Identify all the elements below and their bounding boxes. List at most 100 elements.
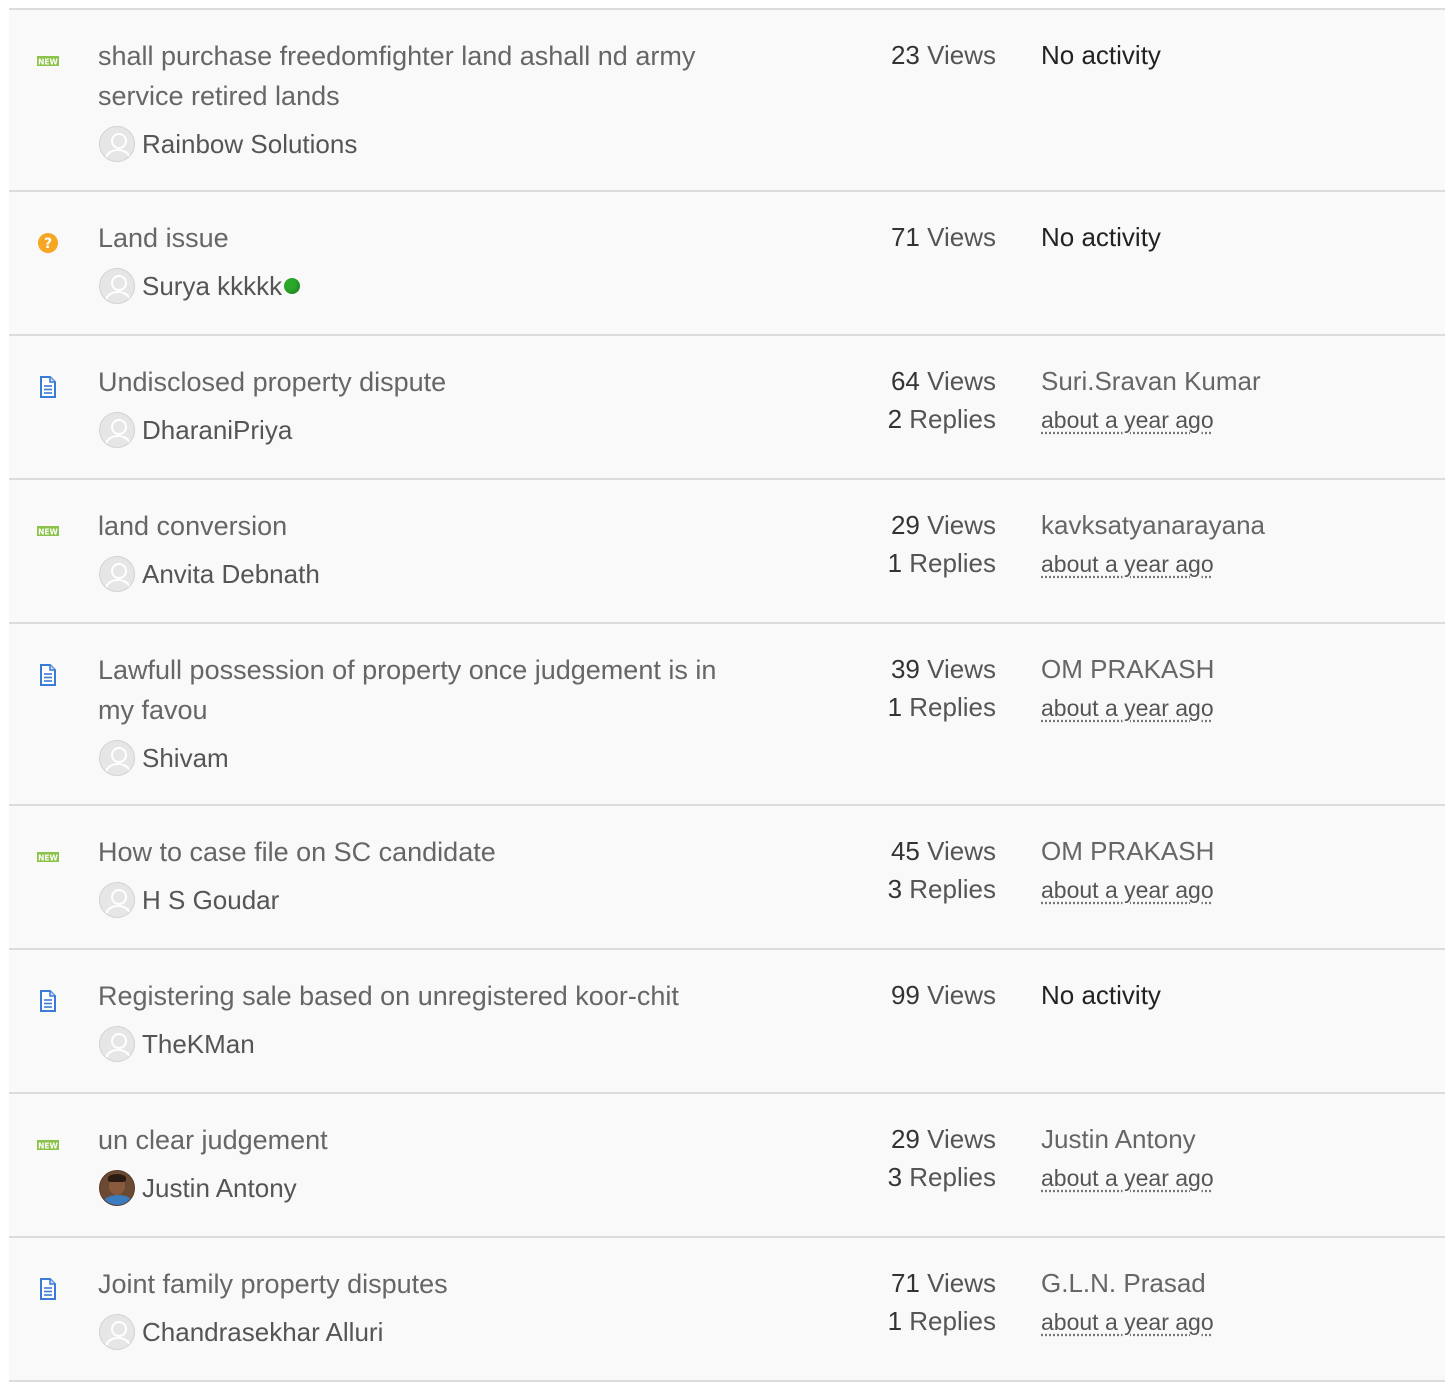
topic-title-link[interactable]: Land issue [98,218,748,258]
svg-text:NEW: NEW [38,527,58,536]
views-number: 71 [890,1268,920,1298]
avatar[interactable] [99,1026,135,1062]
topic-author[interactable]: DharaniPriya [99,411,292,449]
topic-title-link[interactable]: land conversion [98,506,748,546]
author-name[interactable]: TheKMan [142,1029,255,1060]
views-count: 45 Views [789,832,996,870]
topic-title-link[interactable]: shall purchase freedomfighter land ashal… [98,36,748,116]
views-count: 99 Views [789,976,996,1014]
topic-title-link[interactable]: How to case file on SC candidate [98,832,748,872]
topic-title-link[interactable]: Registering sale based on unregistered k… [98,976,748,1016]
topic-stats: 64 Views 2 Replies [789,362,996,438]
author-name[interactable]: Justin Antony [142,1173,297,1204]
last-activity: kavksatyanarayana about a year ago [1041,506,1421,583]
views-label: Views [927,1268,996,1298]
views-label: Views [927,1124,996,1154]
topic-author[interactable]: Anvita Debnath [99,555,320,593]
last-reply-time: about a year ago [1041,1165,1214,1191]
replies-label: Replies [909,1162,996,1192]
last-activity: No activity [1041,218,1421,256]
author-name[interactable]: Shivam [142,743,229,774]
topic-row[interactable]: NEW un clear judgement Justin Antony 29 Vie… [9,1094,1445,1238]
replies-number: 1 [887,1306,903,1336]
topic-author[interactable]: Shivam [99,739,229,777]
document-icon [37,990,59,1012]
avatar[interactable] [99,1314,135,1350]
views-count: 29 Views [789,506,996,544]
no-activity-text: No activity [1041,40,1161,70]
topic-title-link[interactable]: Lawfull possession of property once judg… [98,650,748,730]
topic-author[interactable]: Rainbow Solutions [99,125,357,163]
views-number: 99 [890,980,920,1010]
avatar[interactable] [99,412,135,448]
topic-row[interactable]: Undisclosed property dispute DharaniPriya… [9,336,1445,480]
last-activity: No activity [1041,36,1421,74]
topic-row[interactable]: Lawfull possession of property once judg… [9,624,1445,806]
author-name[interactable]: Rainbow Solutions [142,129,357,160]
document-icon [37,664,59,686]
views-label: Views [927,222,996,252]
topic-title-link[interactable]: Undisclosed property dispute [98,362,748,402]
last-activity: Justin Antony about a year ago [1041,1120,1421,1197]
replies-count: 2 Replies [789,400,996,438]
replies-count: 1 Replies [789,1302,996,1340]
online-status-icon [284,278,301,294]
last-reply-time: about a year ago [1041,551,1214,577]
avatar[interactable] [99,556,135,592]
last-reply-user[interactable]: OM PRAKASH [1041,832,1421,870]
views-count: 71 Views [789,1264,996,1302]
author-name[interactable]: Anvita Debnath [142,559,320,590]
topic-row[interactable]: Registering sale based on unregistered k… [9,950,1445,1094]
topic-author[interactable]: Surya kkkkk [99,267,301,305]
avatar[interactable] [99,268,135,304]
avatar[interactable] [99,1170,135,1206]
avatar[interactable] [99,740,135,776]
last-reply-time: about a year ago [1041,695,1214,721]
topic-row[interactable]: NEW How to case file on SC candidate H S G… [9,806,1445,950]
topic-row[interactable]: ? Land issue Surya kkkkk 71 Views No activit… [9,192,1445,336]
last-reply-user[interactable]: Suri.Sravan Kumar [1041,362,1421,400]
avatar[interactable] [99,126,135,162]
last-reply-user[interactable]: OM PRAKASH [1041,650,1421,688]
views-count: 39 Views [789,650,996,688]
last-reply-time: about a year ago [1041,877,1214,903]
replies-number: 1 [887,548,903,578]
replies-label: Replies [909,1306,996,1336]
svg-text:NEW: NEW [38,853,58,862]
topic-author[interactable]: H S Goudar [99,881,279,919]
views-label: Views [927,836,996,866]
topic-stats: 99 Views [789,976,996,1014]
views-count: 64 Views [789,362,996,400]
replies-number: 3 [887,1162,903,1192]
last-reply-user[interactable]: G.L.N. Prasad [1041,1264,1421,1302]
views-number: 29 [890,510,920,540]
views-count: 29 Views [789,1120,996,1158]
replies-label: Replies [909,548,996,578]
author-name[interactable]: Chandrasekhar Alluri [142,1317,383,1348]
last-reply-user[interactable]: Justin Antony [1041,1120,1421,1158]
topic-author[interactable]: Justin Antony [99,1169,297,1207]
author-name[interactable]: Surya kkkkk [142,271,282,302]
topic-author[interactable]: Chandrasekhar Alluri [99,1313,383,1351]
views-count: 23 Views [789,36,996,74]
last-activity: OM PRAKASH about a year ago [1041,650,1421,727]
replies-label: Replies [909,874,996,904]
views-number: 39 [890,654,920,684]
author-name[interactable]: DharaniPriya [142,415,292,446]
topic-title-link[interactable]: Joint family property disputes [98,1264,748,1304]
svg-text:NEW: NEW [38,57,58,66]
document-icon [37,1278,59,1300]
svg-text:NEW: NEW [38,1141,58,1150]
avatar[interactable] [99,882,135,918]
views-number: 71 [890,222,920,252]
topic-title-link[interactable]: un clear judgement [98,1120,748,1160]
topic-author[interactable]: TheKMan [99,1025,255,1063]
views-label: Views [927,40,996,70]
author-name[interactable]: H S Goudar [142,885,279,916]
topic-row[interactable]: NEW shall purchase freedomfighter land as… [9,10,1445,192]
topic-row[interactable]: Joint family property disputes Chandrasek… [9,1238,1445,1382]
document-icon [37,376,59,398]
last-reply-user[interactable]: kavksatyanarayana [1041,506,1421,544]
topic-stats: 71 Views [789,218,996,256]
topic-row[interactable]: NEW land conversion Anvita Debnath 29 Views… [9,480,1445,624]
